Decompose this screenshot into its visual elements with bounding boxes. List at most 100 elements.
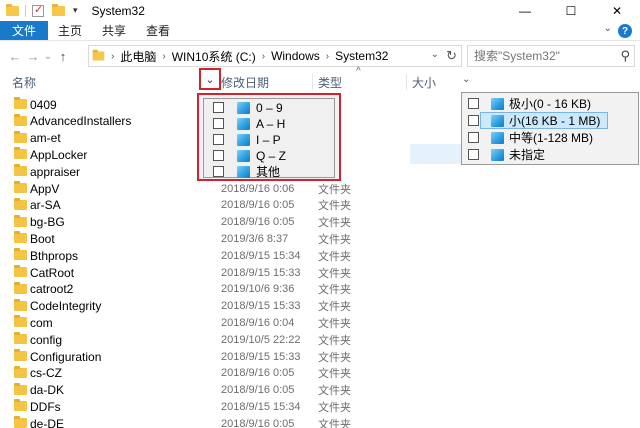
file-name: AdvancedInstallers [30, 114, 132, 129]
refresh-icon[interactable]: ↻ [446, 48, 457, 64]
maximize-button[interactable]: ☐ [548, 0, 594, 21]
folder-icon [14, 298, 27, 311]
checkbox[interactable] [213, 166, 224, 177]
checkbox[interactable] [468, 115, 479, 126]
close-button[interactable]: ✕ [594, 0, 640, 21]
checkbox[interactable] [213, 118, 224, 129]
file-row[interactable]: com 2018/9/16 0:04 文件夹 [0, 314, 640, 331]
file-row[interactable]: bg-BG 2018/9/16 0:05 文件夹 [0, 214, 640, 231]
size-option-medium[interactable]: 中等(1-128 MB) [462, 129, 638, 146]
column-header-type[interactable]: 类型 [318, 72, 342, 92]
filter-option-a-h[interactable]: A – H [204, 115, 334, 132]
breadcrumb-windows[interactable]: Windows [271, 49, 320, 63]
file-row[interactable]: DDFs 2018/9/15 15:34 文件夹 [0, 398, 640, 415]
column-divider[interactable] [312, 74, 313, 90]
filter-option-other[interactable]: 其他 [204, 163, 334, 180]
folder-icon [14, 315, 27, 328]
file-date: 2018/9/15 15:33 [221, 300, 301, 313]
properties-icon[interactable] [32, 3, 44, 17]
address-bar[interactable]: › 此电脑 › WIN10系统 (C:) › Windows › System3… [88, 45, 462, 67]
size-option-tiny[interactable]: 极小(0 - 16 KB) [462, 95, 638, 112]
expand-ribbon-icon[interactable]: ⌄ [604, 23, 612, 34]
folder-icon [14, 332, 27, 345]
breadcrumb-drive[interactable]: WIN10系统 (C:) [172, 48, 256, 65]
customize-toolbar-icon[interactable]: ▾ [73, 5, 78, 16]
column-header-name[interactable]: 名称 [12, 72, 36, 92]
checkbox[interactable] [468, 132, 479, 143]
filter-option-label: 0 – 9 [256, 100, 283, 115]
file-row[interactable]: da-DK 2018/9/16 0:05 文件夹 [0, 382, 640, 399]
file-row[interactable]: cs-CZ 2018/9/16 0:05 文件夹 [0, 365, 640, 382]
new-folder-icon[interactable] [52, 3, 65, 16]
file-date: 2019/10/5 22:22 [221, 333, 301, 346]
column-header-date[interactable]: 修改日期 [221, 72, 269, 92]
checkbox[interactable] [213, 134, 224, 145]
chevron-right-icon[interactable]: › [326, 51, 329, 62]
up-icon[interactable]: ↑ [54, 49, 72, 64]
tab-view[interactable]: 查看 [136, 21, 180, 40]
column-header-size[interactable]: 大小 [412, 72, 436, 92]
folder-icon [92, 49, 105, 61]
file-row[interactable]: CodeIntegrity 2018/9/15 15:33 文件夹 [0, 298, 640, 315]
file-row[interactable]: config 2019/10/5 22:22 文件夹 [0, 331, 640, 348]
chevron-right-icon[interactable]: › [162, 51, 165, 62]
folder-icon [14, 382, 27, 395]
breadcrumb-system32[interactable]: System32 [335, 49, 388, 63]
checkbox[interactable] [213, 102, 224, 113]
window-controls: — ☐ ✕ [502, 0, 640, 21]
size-option-label: 未指定 [509, 148, 546, 162]
forward-icon[interactable]: → [24, 49, 42, 64]
back-icon[interactable]: ← [6, 49, 24, 64]
file-row[interactable]: Boot 2019/3/6 8:37 文件夹 [0, 230, 640, 247]
search-box[interactable]: ⚲ [467, 45, 635, 67]
tab-file[interactable]: 文件 [0, 21, 49, 40]
search-input[interactable] [474, 49, 616, 63]
recent-locations-icon[interactable]: ⌄ [42, 51, 54, 62]
filter-option-label: 其他 [256, 165, 281, 179]
file-name: 0409 [30, 97, 57, 112]
filter-option-0-9[interactable]: 0 – 9 [204, 99, 334, 116]
file-row[interactable]: de-DE 2018/9/16 0:05 文件夹 [0, 415, 640, 428]
tab-home[interactable]: 主页 [48, 21, 92, 40]
date-filter-dropdown-button[interactable]: ⌄ [199, 68, 221, 90]
file-row[interactable]: Bthprops 2018/9/15 15:34 文件夹 [0, 247, 640, 264]
filter-group-icon [491, 114, 504, 127]
size-option-unspecified[interactable]: 未指定 [462, 146, 638, 163]
minimize-button[interactable]: — [502, 0, 548, 21]
filter-group-icon [237, 149, 250, 162]
column-divider[interactable] [406, 74, 407, 90]
filter-group-icon [491, 148, 504, 161]
size-option-label: 小(16 KB - 1 MB) [509, 114, 601, 128]
size-filter-dropdown-icon[interactable]: ⌄ [462, 74, 470, 85]
file-row[interactable]: ar-SA 2018/9/16 0:05 文件夹 [0, 197, 640, 214]
file-row[interactable]: CatRoot 2018/9/15 15:33 文件夹 [0, 264, 640, 281]
file-name: Configuration [30, 349, 102, 364]
file-row[interactable]: catroot2 2019/10/6 9:36 文件夹 [0, 281, 640, 298]
breadcrumb-this-pc[interactable]: 此电脑 [120, 48, 156, 65]
checkbox[interactable] [213, 150, 224, 161]
file-row[interactable]: AppV 2018/9/16 0:06 文件夹 [0, 180, 640, 197]
file-type: 文件夹 [318, 284, 351, 297]
file-date: 2018/9/16 0:05 [221, 367, 295, 380]
filter-option-q-z[interactable]: Q – Z [204, 147, 334, 164]
file-name: Boot [30, 231, 55, 246]
checkbox[interactable] [468, 149, 479, 160]
file-name: Bthprops [30, 248, 79, 263]
chevron-right-icon[interactable]: › [262, 51, 265, 62]
file-name: com [30, 315, 53, 330]
checkbox[interactable] [468, 98, 479, 109]
size-option-label: 极小(0 - 16 KB) [509, 97, 592, 111]
navigation-bar: ← → ⌄ ↑ › 此电脑 › WIN10系统 (C:) › Windows ›… [0, 41, 640, 71]
chevron-right-icon[interactable]: › [111, 51, 114, 62]
help-icon[interactable]: ? [618, 24, 632, 38]
tab-share[interactable]: 共享 [92, 21, 136, 40]
address-dropdown-icon[interactable]: ⌄ [431, 49, 439, 60]
filter-option-i-p[interactable]: I – P [204, 131, 334, 148]
size-option-small[interactable]: 小(16 KB - 1 MB) [462, 112, 638, 129]
filter-group-icon [491, 97, 504, 110]
folder-icon [14, 416, 27, 428]
date-filter-options: 0 – 9 A – H I – P Q – Z 其他 [203, 98, 335, 180]
search-icon[interactable]: ⚲ [620, 48, 630, 64]
file-row[interactable]: Configuration 2018/9/15 15:33 文件夹 [0, 348, 640, 365]
file-type: 文件夹 [318, 200, 351, 213]
